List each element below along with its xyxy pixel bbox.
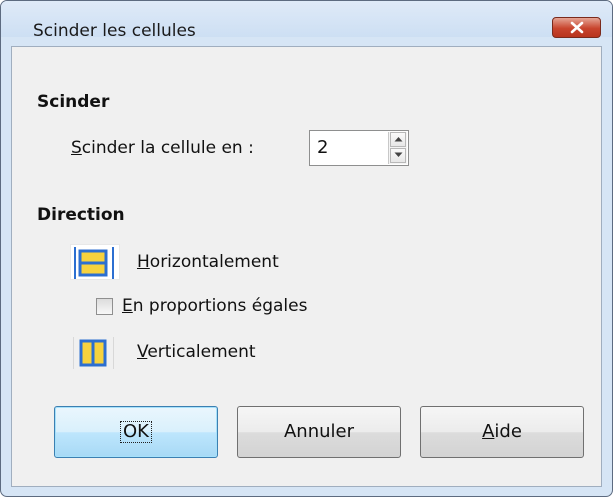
equal-label-mnemonic: E [122,296,133,316]
vertical-option-label[interactable]: Verticalement [137,342,256,362]
help-button-mnemonic: A [482,421,495,442]
direction-section-heading: Direction [37,205,125,225]
spin-arrows [388,132,407,164]
dialog-title: Scinder les cellules [33,21,196,41]
split-count-label-mnemonic: S [71,138,82,158]
ok-button-label: OK [120,421,152,443]
split-count-value[interactable]: 2 [317,137,328,158]
dialog-content: Scinder Scinder la cellule en : 2 Direct… [11,46,602,487]
horizontal-label-text: orizontalement [149,252,279,272]
cancel-button-label: Annuler [283,421,354,442]
arrow-down-icon [394,152,403,157]
close-button[interactable] [552,17,601,38]
equal-proportions-label[interactable]: En proportions égales [122,296,307,316]
ok-button[interactable]: OK [54,406,218,458]
horizontal-option-label[interactable]: Horizontalement [137,252,279,272]
vertical-option-icon[interactable] [70,335,120,371]
arrow-up-icon [394,137,403,142]
spin-up-button[interactable] [390,132,406,147]
split-count-label: Scinder la cellule en : [71,138,254,158]
title-bar: Scinder les cellules [1,1,612,41]
close-icon [570,21,584,34]
help-button-label: ide [494,421,522,442]
vertical-label-text: erticalement [147,342,256,362]
horizontal-label-mnemonic: H [137,252,150,272]
horizontal-option-icon[interactable] [70,244,120,280]
split-cells-dialog: Scinder les cellules Scinder Scinder la … [0,0,613,497]
help-button[interactable]: Aide [420,406,584,458]
vertical-label-mnemonic: V [137,342,148,362]
horizontal-split-icon [74,247,114,279]
equal-proportions-checkbox[interactable] [96,298,113,315]
split-count-label-text: cinder la cellule en : [81,138,254,158]
cancel-button[interactable]: Annuler [237,406,401,458]
split-count-spinbox[interactable]: 2 [309,130,409,166]
spin-down-button[interactable] [390,148,406,163]
split-section-heading: Scinder [37,92,110,112]
vertical-split-icon [73,337,114,369]
equal-label-text: n proportions égales [132,296,308,316]
